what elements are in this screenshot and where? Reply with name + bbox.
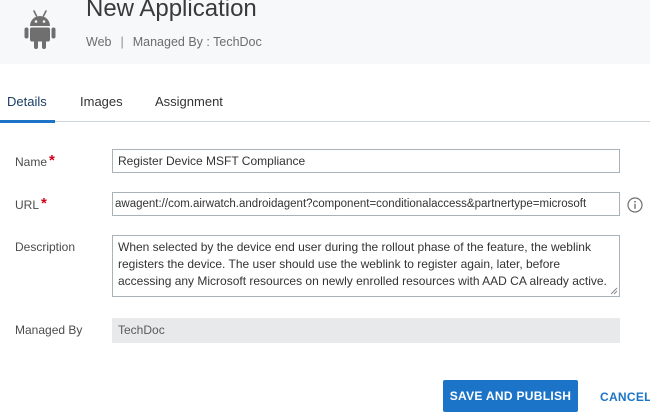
page-title: New Application <box>86 0 257 22</box>
managed-by-label: Managed By <box>15 323 83 337</box>
name-label-text: Name <box>15 155 48 169</box>
app-header: New Application Web | Managed By : TechDoc <box>0 0 650 64</box>
url-required-mark: * <box>41 195 47 212</box>
info-icon[interactable] <box>627 197 643 213</box>
name-input[interactable]: Register Device MSFT Compliance <box>112 149 620 173</box>
description-label: Description <box>15 240 76 254</box>
android-icon <box>24 10 56 49</box>
managed-by-field: TechDoc <box>112 318 620 343</box>
tab-assignment[interactable]: Assignment <box>155 94 223 109</box>
active-tab-indicator <box>0 120 55 123</box>
managed-by-text: Managed By : TechDoc <box>132 35 262 49</box>
tab-bar: Details Images Assignment <box>0 64 650 123</box>
name-label: Name * <box>15 152 55 170</box>
cancel-button[interactable]: CANCEL <box>600 390 650 404</box>
description-textarea[interactable]: When selected by the device end user dur… <box>112 235 620 297</box>
platform-label: Web <box>86 35 112 49</box>
save-and-publish-button[interactable]: SAVE AND PUBLISH <box>443 380 578 412</box>
app-subtitle: Web | Managed By : TechDoc <box>86 35 262 49</box>
url-label: URL * <box>15 195 47 213</box>
resize-handle-icon[interactable] <box>610 287 618 295</box>
url-input[interactable]: awagent://com.airwatch.androidagent?comp… <box>112 192 620 216</box>
name-required-mark: * <box>49 152 55 169</box>
tab-images[interactable]: Images <box>80 94 123 109</box>
url-label-text: URL <box>15 198 40 212</box>
subtitle-separator: | <box>120 35 124 49</box>
tab-details[interactable]: Details <box>7 94 47 109</box>
